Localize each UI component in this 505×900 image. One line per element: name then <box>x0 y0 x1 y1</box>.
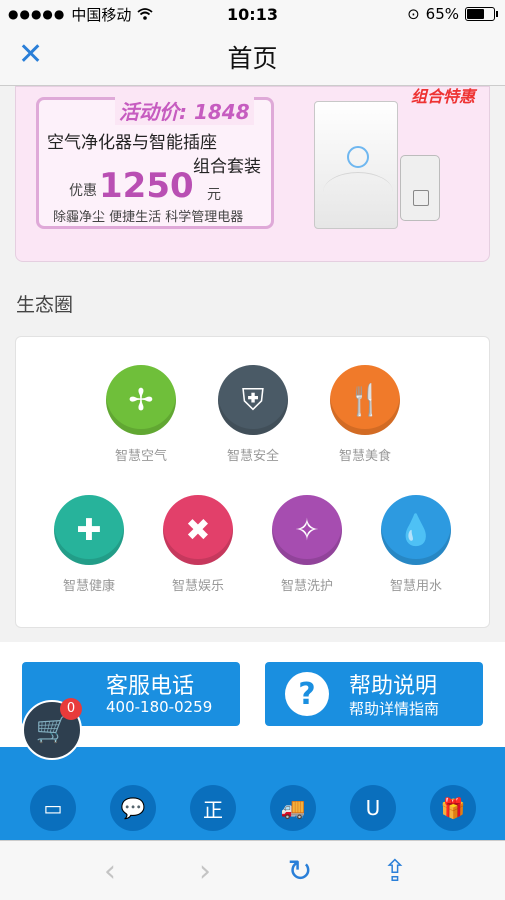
gift-icon[interactable]: 🎁 <box>430 785 476 831</box>
u-logo-icon[interactable]: U <box>350 785 396 831</box>
truck-icon[interactable]: 🚚 <box>270 785 316 831</box>
promo-discount-amount: 1250 <box>99 166 194 206</box>
eco-item-label: 智慧健康 <box>62 579 115 594</box>
footer-bar: ▭ 💬 正 🚚 U 🎁 <box>0 747 505 840</box>
service-phone: 400-180-0259 <box>106 698 213 716</box>
promo-description: 除霾净尘 便捷生活 科学管理电器 <box>53 210 244 225</box>
promo-product-line1: 空气净化器与智能插座 <box>47 133 217 153</box>
nav-bar: ✕ 首页 <box>0 28 505 86</box>
ecosystem-panel: ✢ 智慧空气 ⛨ 智慧安全 🍴 智慧美食 ✚ 智慧健康 ✖ 智慧娱乐 ✧ 智慧洗… <box>15 336 490 628</box>
forward-arrow-icon[interactable]: › <box>185 853 225 889</box>
eco-item-label: 智慧娱乐 <box>171 579 224 594</box>
shield-icon: ⛨ <box>218 365 288 435</box>
purifier-curve <box>323 172 393 212</box>
card-icon[interactable]: ▭ <box>30 785 76 831</box>
eco-item-laundry[interactable]: ✧ 智慧洗护 <box>252 495 362 594</box>
promo-price: 活动价: 1848 <box>115 96 254 125</box>
browser-toolbar: ‹ › ↻ ⇪ <box>0 840 505 900</box>
smart-plug-image <box>400 155 440 221</box>
battery-percent: 65% <box>425 5 459 23</box>
promo-product-line2: 组合套装 <box>193 157 261 177</box>
purifier-button <box>347 146 369 168</box>
help-guide-button[interactable]: ? 帮助说明 帮助详情指南 <box>265 662 483 726</box>
orientation-lock-icon: ⊙ <box>407 5 420 23</box>
eco-item-water[interactable]: 💧 智慧用水 <box>361 495 471 594</box>
help-subtitle: 帮助详情指南 <box>349 700 440 718</box>
close-icon[interactable]: ✕ <box>18 40 43 70</box>
cart-count-badge: 0 <box>60 698 82 720</box>
service-title: 客服电话 <box>106 674 195 699</box>
battery-fill <box>467 9 484 19</box>
plug-socket <box>413 190 429 206</box>
fork-knife-icon: 🍴 <box>330 365 400 435</box>
promo-box: 活动价: 1848 空气净化器与智能插座 组合套装 优惠 1250 元 除霾净尘… <box>36 96 274 229</box>
eco-item-food[interactable]: 🍴 智慧美食 <box>310 365 420 464</box>
battery-icon <box>465 7 498 21</box>
gamepad-icon: ✖ <box>163 495 233 565</box>
eco-item-label: 智慧洗护 <box>280 579 333 594</box>
chat-icon[interactable]: 💬 <box>110 785 156 831</box>
page-title: 首页 <box>227 43 278 73</box>
eco-item-label: 智慧用水 <box>389 579 442 594</box>
eco-item-label: 智慧美食 <box>338 449 391 464</box>
question-icon: ? <box>285 672 329 716</box>
shield-zheng-icon[interactable]: 正 <box>190 785 236 831</box>
laundry-icon: ✧ <box>272 495 342 565</box>
eco-item-entertainment[interactable]: ✖ 智慧娱乐 <box>143 495 253 594</box>
eco-item-label: 智慧空气 <box>114 449 167 464</box>
promo-discount-prefix: 优惠 <box>69 183 97 199</box>
cart-icon: 🛒 <box>35 715 69 745</box>
promo-banner[interactable]: 活动价: 1848 空气净化器与智能插座 组合套装 优惠 1250 元 除霾净尘… <box>15 86 490 262</box>
back-arrow-icon[interactable]: ‹ <box>90 853 130 889</box>
reload-icon[interactable]: ↻ <box>280 853 320 889</box>
eco-item-air[interactable]: ✢ 智慧空气 <box>86 365 196 464</box>
eco-item-health[interactable]: ✚ 智慧健康 <box>34 495 144 594</box>
eco-item-security[interactable]: ⛨ 智慧安全 <box>198 365 308 464</box>
eco-item-label: 智慧安全 <box>226 449 279 464</box>
page: ●●●●● 中国移动 10:13 ⊙ 65% ✕ 首页 活动价: 1848 空气… <box>0 0 505 900</box>
help-title: 帮助说明 <box>349 674 438 699</box>
status-bar: ●●●●● 中国移动 10:13 ⊙ 65% <box>0 0 505 28</box>
cart-button[interactable]: 🛒 0 <box>22 698 82 760</box>
water-drop-icon: 💧 <box>381 495 451 565</box>
share-icon[interactable]: ⇪ <box>375 853 415 889</box>
promo-corner-text: 组合特惠 <box>410 87 475 106</box>
section-title: 生态圈 <box>16 294 74 316</box>
medical-kit-icon: ✚ <box>54 495 124 565</box>
windmill-icon: ✢ <box>106 365 176 435</box>
promo-discount-unit: 元 <box>207 187 221 203</box>
air-purifier-image <box>314 101 398 229</box>
status-right: ⊙ 65% <box>407 5 498 23</box>
